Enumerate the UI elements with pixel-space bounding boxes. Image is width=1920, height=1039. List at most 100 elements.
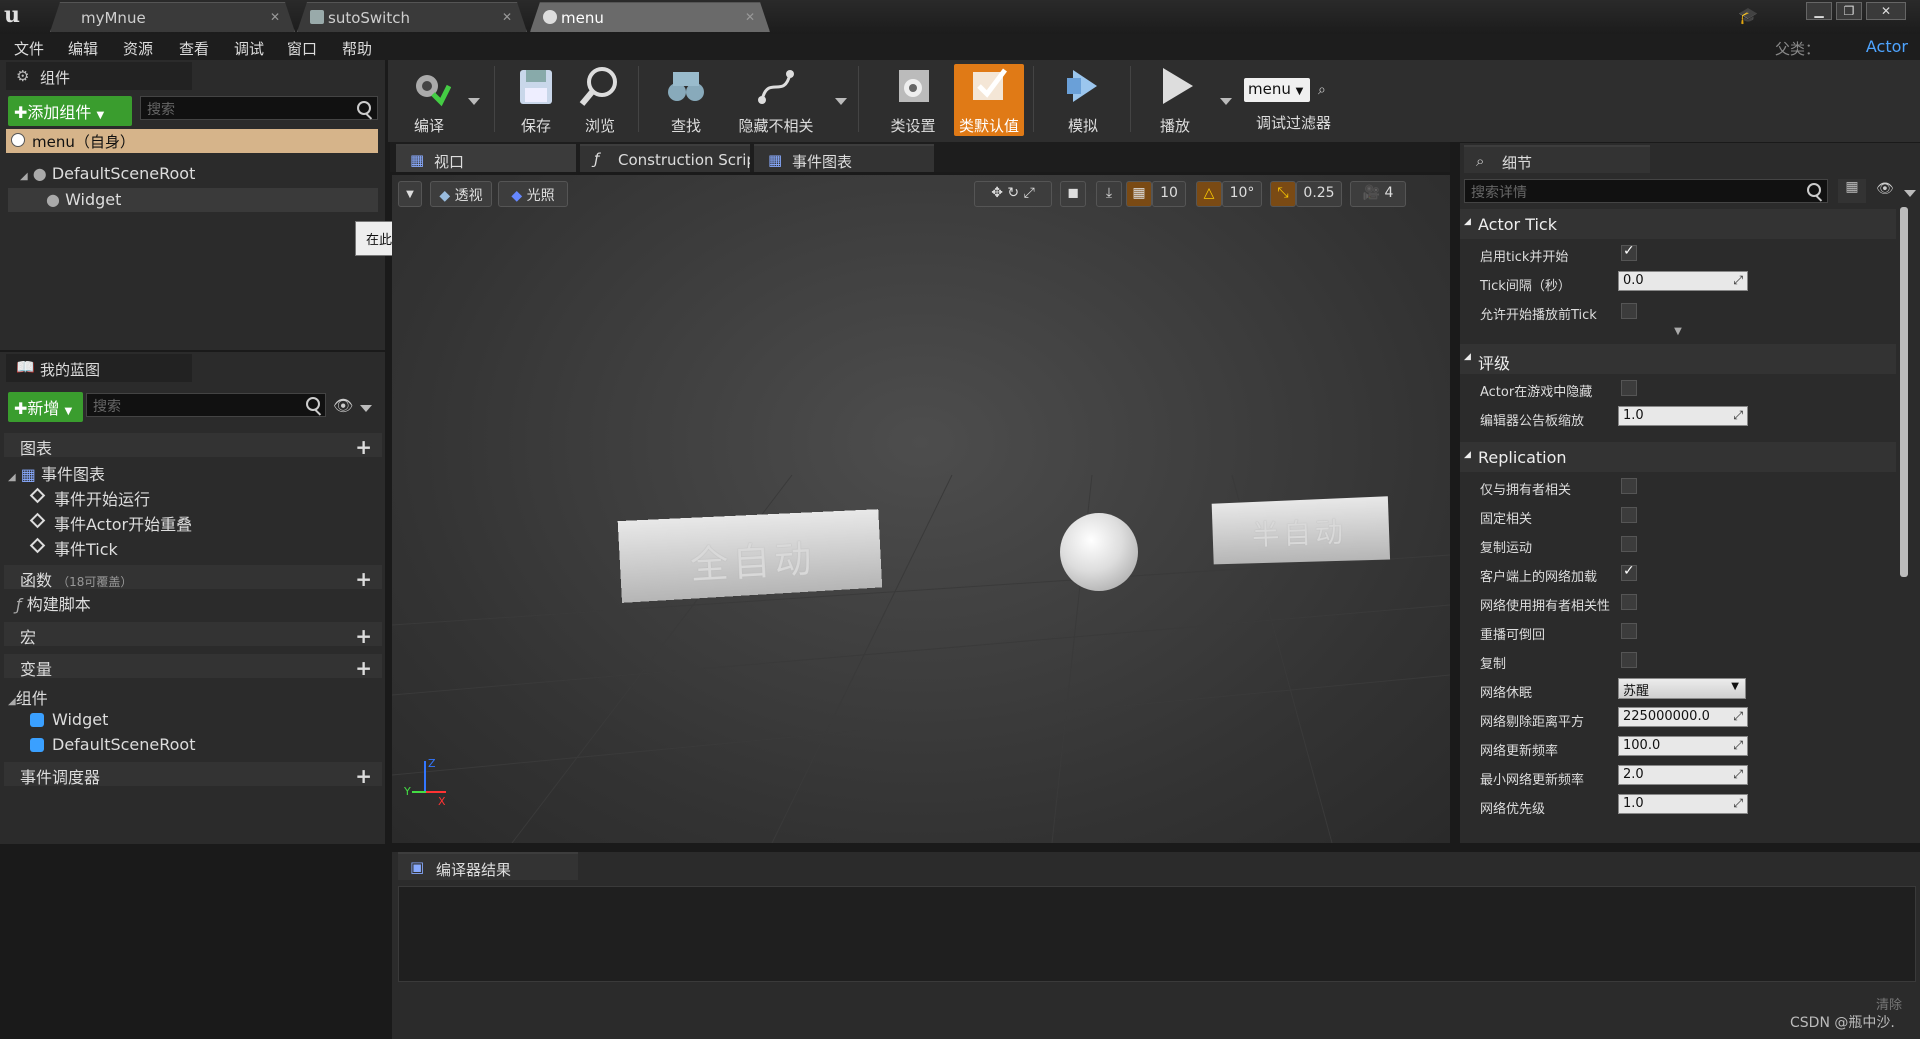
tab-viewport[interactable]: ▦ 视口 [396, 144, 576, 172]
event-begin-play[interactable]: 事件开始运行 [29, 486, 150, 510]
event-graph-item[interactable]: ◢ ▦ 事件图表 [8, 461, 105, 485]
clear-button[interactable]: 清除 [1876, 994, 1902, 1013]
section-actor-tick[interactable]: ◢ Actor Tick [1460, 209, 1896, 239]
menu-window[interactable]: 窗口 [287, 38, 317, 59]
my-blueprint-tab[interactable]: 📖 我的蓝图 [6, 354, 192, 382]
tab-event-graph[interactable]: ▦ 事件图表 [754, 144, 934, 172]
dispatchers-category[interactable]: 事件调度器 + [4, 762, 382, 788]
rotation-snap-icon[interactable]: △ [1196, 181, 1222, 207]
add-dispatcher-button[interactable]: + [355, 764, 372, 788]
tab-menu[interactable]: menu ✕ [530, 2, 770, 32]
menu-debug[interactable]: 调试 [234, 38, 264, 59]
add-variable-button[interactable]: + [355, 656, 372, 680]
close-icon[interactable]: ✕ [270, 10, 280, 24]
event-tick[interactable]: 事件Tick [29, 536, 118, 560]
close-icon[interactable]: ✕ [502, 10, 512, 24]
hide-unrelated-button[interactable]: 隐藏不相关 [724, 64, 828, 136]
details-search-input[interactable]: 搜索详情 [1464, 179, 1828, 203]
prop-checkbox[interactable] [1621, 536, 1637, 552]
new-button[interactable]: ✚新增 ▼ [8, 392, 83, 422]
prop-number-field[interactable]: 100.0 ⤢ [1618, 736, 1748, 756]
construction-script-item[interactable]: ƒ 构建脚本 [16, 591, 91, 615]
event-actor-overlap[interactable]: 事件Actor开始重叠 [29, 511, 192, 535]
prop-number-field[interactable]: 0.0 ⤢ [1618, 271, 1748, 291]
find-button[interactable]: 查找 [652, 64, 720, 136]
debug-object-dropdown[interactable]: menu ▼ [1244, 78, 1310, 102]
lighting-button[interactable]: ◆ 光照 [498, 181, 568, 207]
prop-checkbox[interactable] [1621, 623, 1637, 639]
close-window-button[interactable]: ✕ [1866, 2, 1906, 20]
widget-card-full-auto[interactable]: 全自动 [617, 509, 883, 603]
variable-defaultsceneroot[interactable]: DefaultSceneRoot [30, 735, 196, 754]
class-defaults-button[interactable]: 类默认值 [954, 64, 1024, 136]
scale-snap-value[interactable]: 0.25 [1296, 181, 1342, 207]
compile-options-chevron-icon[interactable] [468, 98, 480, 105]
components-panel-tab[interactable]: ⚙ 组件 [6, 62, 192, 90]
add-macro-button[interactable]: + [355, 624, 372, 648]
prop-checkbox[interactable] [1621, 594, 1637, 610]
component-root-item[interactable]: menu（自身） [6, 129, 378, 153]
components-var-group[interactable]: ◢组件 [8, 685, 48, 709]
blueprint-search-input[interactable]: 搜索 [86, 393, 326, 417]
close-icon[interactable]: ✕ [745, 10, 755, 24]
maximize-button[interactable]: ❐ [1836, 2, 1862, 20]
tree-item-defaultsceneroot[interactable]: ◢ ● DefaultSceneRoot [20, 164, 195, 183]
prop-number-field[interactable]: 1.0 ⤢ [1618, 406, 1748, 426]
browse-button[interactable]: 浏览 [570, 64, 630, 136]
prop-checkbox[interactable] [1621, 652, 1637, 668]
save-button[interactable]: 保存 [506, 64, 566, 136]
viewport[interactable]: ▼ ◆ 透视 ◆ 光照 ✥ ↻ ⤢ ◼ ⤓ ▦ 10 △ 10° ⤡ 0.25 … [392, 175, 1450, 843]
prop-checkbox[interactable] [1621, 380, 1637, 396]
prop-checkbox[interactable] [1621, 478, 1637, 494]
world-space-icon[interactable]: ◼ [1060, 181, 1086, 207]
advanced-expand-icon[interactable]: ▼ [1460, 326, 1896, 340]
tree-item-widget[interactable]: ● Widget [8, 188, 378, 212]
menu-asset[interactable]: 资源 [123, 38, 153, 59]
prop-number-field[interactable]: 2.0 ⤢ [1618, 765, 1748, 785]
tab-construction-script[interactable]: ƒ Construction Scrip [580, 144, 750, 172]
chevron-down-icon[interactable] [1904, 190, 1916, 197]
transform-tools[interactable]: ✥ ↻ ⤢ [974, 181, 1052, 207]
tab-mymnue[interactable]: myMnue ✕ [50, 2, 295, 32]
menu-edit[interactable]: 编辑 [68, 38, 98, 59]
variables-category[interactable]: 变量 + [4, 654, 382, 680]
widget-card-semi-auto[interactable]: 半自动 [1211, 496, 1391, 565]
compile-button[interactable]: 编译 [394, 64, 464, 136]
actor-sphere[interactable] [1060, 513, 1138, 591]
surface-snap-icon[interactable]: ⤓ [1096, 181, 1122, 207]
chevron-down-icon[interactable] [360, 405, 372, 412]
learn-icon[interactable]: 🎓 [1738, 6, 1758, 25]
menu-file[interactable]: 文件 [14, 38, 44, 59]
play-button[interactable]: 播放 [1140, 64, 1210, 136]
parent-class-link[interactable]: Actor [1866, 37, 1908, 56]
graphs-category[interactable]: 图表 + [4, 433, 382, 459]
class-settings-button[interactable]: 类设置 [878, 64, 948, 136]
compiler-output-area[interactable] [398, 886, 1916, 982]
add-component-button[interactable]: ✚添加组件 ▼ [8, 96, 132, 126]
play-options-chevron-icon[interactable] [1220, 98, 1232, 105]
add-function-button[interactable]: + [355, 567, 372, 591]
prop-checkbox[interactable] [1621, 303, 1637, 319]
eye-icon[interactable]: 👁 [1876, 181, 1894, 197]
simulate-button[interactable]: 模拟 [1048, 64, 1118, 136]
prop-checkbox[interactable] [1621, 243, 1637, 261]
perspective-button[interactable]: ◆ 透视 [430, 181, 492, 207]
viewport-options-button[interactable]: ▼ [398, 181, 422, 207]
prop-checkbox[interactable] [1621, 507, 1637, 523]
hide-unrelated-chevron-icon[interactable] [835, 98, 847, 105]
scale-snap-icon[interactable]: ⤡ [1270, 181, 1296, 207]
section-replication[interactable]: ◢ Replication [1460, 442, 1896, 472]
details-scrollbar[interactable] [1900, 207, 1908, 577]
prop-number-field[interactable]: 1.0 ⤢ [1618, 794, 1748, 814]
menu-help[interactable]: 帮助 [342, 38, 372, 59]
property-matrix-icon[interactable]: ▦ [1838, 179, 1866, 203]
compiler-results-tab[interactable]: ▣ 编译器结果 [398, 852, 578, 880]
grid-snap-value[interactable]: 10 [1152, 181, 1186, 207]
grid-snap-icon[interactable]: ▦ [1126, 181, 1152, 207]
functions-category[interactable]: 函数 （18可覆盖） + [4, 565, 382, 591]
debug-search-icon[interactable]: ⌕ [1318, 82, 1326, 98]
rotation-snap-value[interactable]: 10° [1222, 181, 1262, 207]
tab-sutoswitch[interactable]: sutoSwitch ✕ [297, 2, 527, 32]
section-rendering[interactable]: ◢ 评级 [1460, 344, 1896, 374]
minimize-button[interactable]: ▁ [1806, 2, 1832, 20]
